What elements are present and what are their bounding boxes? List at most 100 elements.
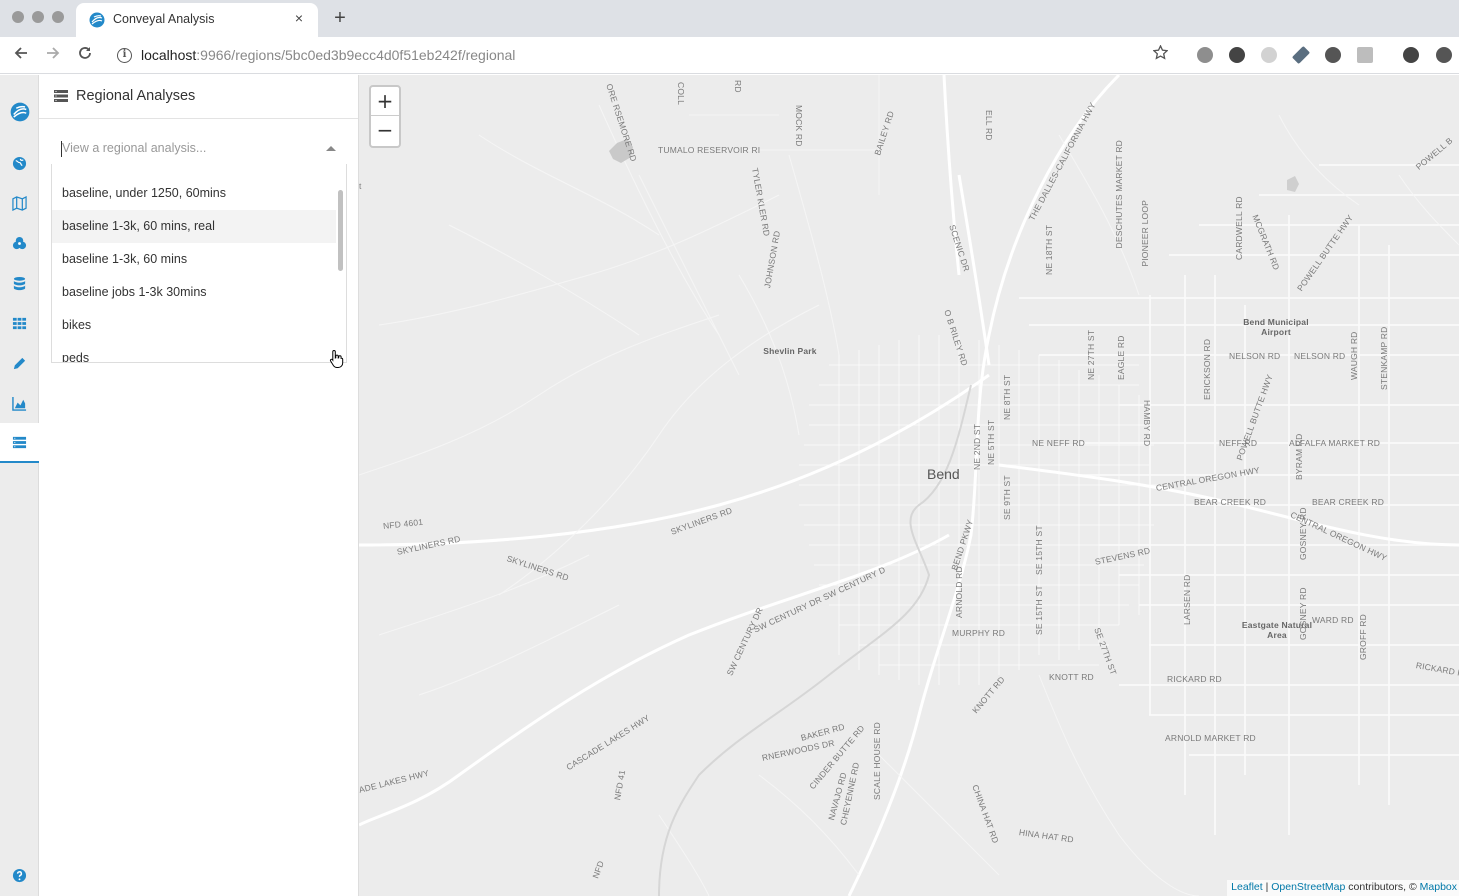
road-label: GROFF RD (1358, 614, 1368, 660)
dropdown-option[interactable]: baseline 1-3k, 60 mins (52, 243, 336, 276)
dropdown-option-focused[interactable]: baseline 1-3k, 60 mins, real (52, 210, 336, 243)
road-label: ERICKSON RD (1202, 338, 1212, 400)
road-label: ARNOLD RD (954, 566, 964, 618)
road-label: NE 5TH ST (986, 419, 996, 465)
extension-eyedropper-icon[interactable] (1291, 45, 1311, 65)
road-label: BYRAM RD (1294, 433, 1304, 480)
dropdown-scrollbar[interactable] (338, 190, 343, 271)
road-label: NELSON RD (1229, 351, 1281, 361)
browser-toolbar: i localhost:9966/regions/5bc0ed3b9ecc4d0… (0, 37, 1459, 74)
road-label: NE 27TH ST (1086, 329, 1096, 380)
forward-arrow-icon[interactable] (42, 45, 64, 67)
road-label: SE 9TH ST (1002, 475, 1012, 520)
road-label: RD (733, 80, 743, 93)
extension-globe-icon[interactable] (1197, 47, 1213, 63)
profile-avatar[interactable] (1403, 47, 1419, 63)
window-close-dot[interactable] (12, 11, 24, 23)
browser-tab[interactable]: Conveyal Analysis × (76, 3, 318, 37)
panel-title: Regional Analyses (76, 88, 196, 104)
logo-icon[interactable] (0, 92, 39, 132)
road-label: SE 15TH ST (1034, 585, 1044, 635)
road-label: HAMBY RD (1142, 400, 1152, 447)
osm-link[interactable]: OpenStreetMap (1271, 881, 1345, 893)
modifications-icon[interactable] (0, 223, 39, 263)
server-icon (54, 90, 68, 102)
road-label: COLL (676, 82, 686, 106)
extension-pinterest-icon[interactable] (1325, 47, 1341, 63)
road-label: MOCK RD (794, 105, 804, 147)
road-label: t (359, 181, 362, 191)
grid-icon[interactable] (0, 303, 39, 343)
road-label: BEAR CREEK RD (1194, 497, 1267, 507)
extension-g-icon[interactable] (1357, 47, 1373, 63)
extension-circle-icon[interactable] (1261, 47, 1277, 63)
extension-upload-icon[interactable] (1436, 47, 1452, 63)
map-attribution: Leaflet | OpenStreetMap contributors, © … (1227, 880, 1459, 896)
regional-analyses-panel: Regional Analyses View a regional analys… (39, 75, 359, 896)
app-sidebar-nav (0, 75, 39, 896)
url-path: :9966/regions/5bc0ed3b9ecc4d0f51eb242f/r… (196, 47, 516, 63)
road-label: MURPHY RD (952, 628, 1006, 638)
tab-title: Conveyal Analysis (113, 12, 215, 26)
road-label: BEAR CREEK RD (1312, 497, 1385, 507)
zoom-out-button[interactable]: − (371, 116, 399, 145)
regional-analysis-select[interactable]: View a regional analysis... (51, 132, 347, 165)
road-label: CARDWELL RD (1234, 196, 1244, 260)
reload-icon[interactable] (74, 45, 96, 67)
dropdown-option[interactable]: baseline jobs 1-3k 30mins (52, 276, 336, 309)
road-label: EAGLE RD (1116, 335, 1126, 380)
road-label: LARSEN RD (1182, 574, 1192, 625)
attribution-text: contributors, © (1345, 881, 1420, 893)
road-label: NE NEFF RD (1032, 438, 1085, 448)
city-label-bend: Bend (927, 466, 960, 482)
dropdown-option[interactable]: bikes (52, 309, 336, 342)
tab-close-icon[interactable]: × (290, 9, 308, 27)
url-host: localhost (141, 47, 197, 63)
shevlin-park-label: Shevlin Park (763, 346, 817, 356)
road-label: NEFF RD (1219, 438, 1258, 448)
dropdown-option-partial[interactable] (52, 164, 336, 177)
back-arrow-icon[interactable] (10, 45, 32, 67)
dropdown-option[interactable]: baseline, under 1250, 60mins (52, 177, 336, 210)
road-label: ELL RD (984, 110, 994, 141)
hand-cursor-icon (329, 349, 344, 368)
window-minimize-dot[interactable] (32, 11, 44, 23)
zoom-in-button[interactable]: + (371, 87, 399, 116)
site-info-icon[interactable]: i (117, 48, 132, 63)
area-chart-icon[interactable] (0, 383, 39, 423)
attribution-separator: | (1262, 881, 1272, 893)
chevron-up-icon[interactable] (326, 146, 336, 151)
road-label: NE 8TH ST (1002, 374, 1012, 420)
pencil-icon[interactable] (0, 343, 39, 383)
map[interactable]: ORE RSEMORE RD COLL RD TUMALO RESERVOIR … (359, 75, 1459, 896)
road-label: RICKARD RD (1167, 674, 1222, 684)
road-label: NELSON RD (1294, 351, 1346, 361)
bookmark-star-icon[interactable] (1152, 44, 1169, 65)
dropdown-option[interactable]: peds (52, 342, 336, 362)
browser-tabstrip: Conveyal Analysis × + (0, 0, 1459, 37)
road-label: SE 15TH ST (1034, 525, 1044, 575)
road-label: DESCHUTES MARKET RD (1114, 140, 1124, 249)
zoom-control: + − (369, 85, 401, 148)
road-label: STENKAMP RD (1379, 326, 1389, 390)
leaflet-link[interactable]: Leaflet (1231, 881, 1263, 893)
road-label: SCALE HOUSE RD (872, 722, 882, 800)
address-bar[interactable]: localhost:9966/regions/5bc0ed3b9ecc4d0f5… (141, 47, 515, 63)
road-label: NE 2ND ST (972, 423, 982, 470)
road-label: KNOTT RD (1049, 672, 1094, 682)
road-label: TUMALO RESERVOIR RI (658, 145, 761, 155)
window-zoom-dot[interactable] (52, 11, 64, 23)
database-icon[interactable] (0, 263, 39, 303)
conveyal-favicon-icon (89, 12, 105, 28)
mapbox-link[interactable]: Mapbox (1420, 881, 1457, 893)
help-icon[interactable] (0, 855, 39, 895)
extension-privacy-icon[interactable] (1229, 47, 1245, 63)
road-label: GOSNEY RD (1298, 507, 1308, 560)
server-icon[interactable] (0, 423, 39, 463)
map-icon[interactable] (0, 183, 39, 223)
globe-icon[interactable] (0, 143, 39, 183)
road-label: WAUGH RD (1349, 331, 1359, 380)
map-basemap (359, 75, 1459, 896)
new-tab-button[interactable]: + (330, 8, 350, 28)
road-label: NE 18TH ST (1044, 224, 1054, 275)
